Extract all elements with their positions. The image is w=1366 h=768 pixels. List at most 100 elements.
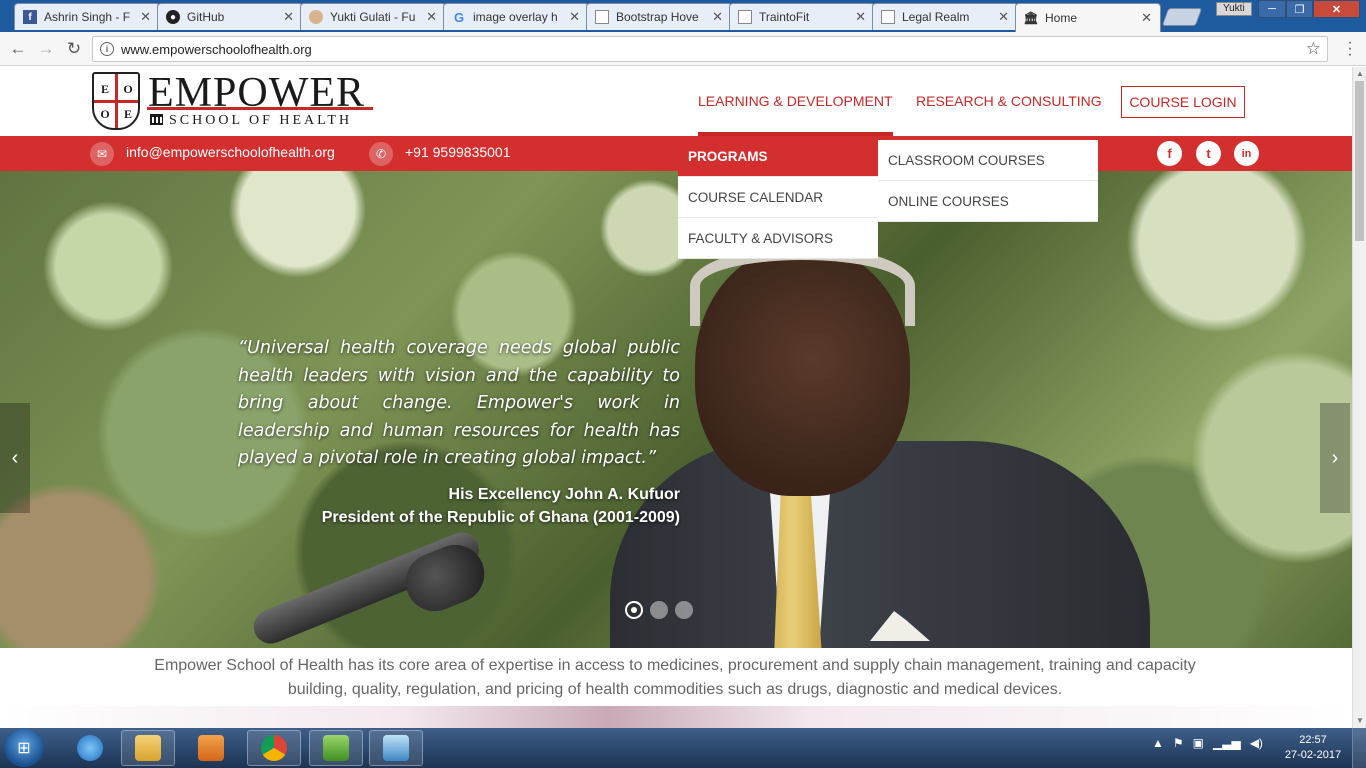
volume-icon[interactable]: ◀) <box>1250 736 1263 750</box>
page-icon <box>595 10 609 24</box>
twitter-icon[interactable]: t <box>1196 141 1221 166</box>
windows-taskbar: ⊞ ▲ ⚑ ▣ ▁▃▅ ◀) 22:57 27-02-2017 <box>0 728 1366 768</box>
taskbar-photo-viewer[interactable] <box>369 730 423 766</box>
next-section-preview <box>0 706 1352 728</box>
browser-menu-icon[interactable]: · · · <box>1340 35 1360 63</box>
star-icon[interactable]: ☆ <box>1306 39 1321 59</box>
browser-tab-traintofit[interactable]: TraintoFit ✕ <box>729 3 875 30</box>
close-window-button[interactable]: ✕ <box>1313 0 1360 18</box>
learning-dropdown: PROGRAMS COURSE CALENDAR FACULTY & ADVIS… <box>678 136 878 259</box>
info-icon[interactable]: i <box>100 42 114 56</box>
action-center-icon[interactable]: ⚑ <box>1173 736 1184 750</box>
linkedin-icon[interactable]: in <box>1234 141 1259 166</box>
minimize-button[interactable]: ─ <box>1258 0 1286 18</box>
browser-tab-yukti[interactable]: Yukti Gulati - Fu ✕ <box>300 3 446 30</box>
facebook-icon[interactable]: f <box>1157 141 1182 166</box>
taskbar-media-player[interactable] <box>184 730 238 766</box>
taskbar-chrome[interactable] <box>247 730 301 766</box>
close-icon[interactable]: ✕ <box>140 9 151 25</box>
close-icon[interactable]: ✕ <box>426 9 437 25</box>
tab-label: Home <box>1045 11 1078 25</box>
shield-letter: O <box>123 81 133 96</box>
scroll-down-icon[interactable]: ▼ <box>1353 714 1366 728</box>
scrollbar-thumb[interactable] <box>1355 81 1364 241</box>
new-tab-button[interactable] <box>1161 8 1203 26</box>
carousel-next-button[interactable]: › <box>1320 403 1350 513</box>
shield-letter: E <box>100 81 109 96</box>
hero-quote-author: His Excellency John A. Kufuor President … <box>238 483 680 529</box>
submenu-item-online-courses[interactable]: ONLINE COURSES <box>878 181 1098 222</box>
browser-tab-github[interactable]: ● GitHub ✕ <box>157 3 303 30</box>
tab-label: Yukti Gulati - Fu <box>330 10 416 24</box>
logo-subtitle: SCHOOL OF HEALTH <box>150 113 352 129</box>
dropdown-item-course-calendar[interactable]: COURSE CALENDAR <box>678 177 878 218</box>
taskbar-notepad[interactable] <box>309 730 363 766</box>
intro-text: Empower School of Health has its core ar… <box>154 657 1196 698</box>
browser-tab-image-overlay[interactable]: G image overlay h ✕ <box>443 3 589 30</box>
device-icon[interactable]: ▣ <box>1193 736 1204 750</box>
close-icon[interactable]: ✕ <box>1141 10 1152 26</box>
submenu-item-classroom-courses[interactable]: CLASSROOM COURSES <box>878 140 1098 181</box>
contact-phone[interactable]: +91 9599835001 <box>405 144 511 160</box>
network-icon[interactable]: ▁▃▅ <box>1213 736 1241 750</box>
close-icon[interactable]: ✕ <box>998 9 1009 25</box>
show-desktop-button[interactable] <box>1352 728 1366 768</box>
programs-submenu: CLASSROOM COURSES ONLINE COURSES <box>878 140 1098 222</box>
photo-viewer-icon <box>383 735 409 761</box>
dropdown-item-faculty-advisors[interactable]: FACULTY & ADVISORS <box>678 218 878 259</box>
course-login-button[interactable]: COURSE LOGIN <box>1121 86 1245 118</box>
facebook-icon: f <box>23 10 37 24</box>
page-icon <box>738 10 752 24</box>
scroll-up-icon[interactable]: ▲ <box>1353 67 1366 81</box>
building-icon <box>150 114 163 125</box>
site-header: E O O E EMPOWER SCHOOL OF HEALTH LEARNIN… <box>0 67 1352 136</box>
shield-letter: O <box>100 106 110 121</box>
author-name: His Excellency John A. Kufuor <box>448 486 680 503</box>
start-button[interactable]: ⊞ <box>4 729 44 767</box>
close-icon[interactable]: ✕ <box>855 9 866 25</box>
windows-logo-icon: ⊞ <box>17 740 31 757</box>
carousel-dot-3[interactable] <box>675 601 693 619</box>
tab-label: GitHub <box>187 10 225 24</box>
maximize-button[interactable]: ❐ <box>1286 0 1313 18</box>
tab-label: TraintoFit <box>759 10 810 24</box>
hero-quote: “Universal health coverage needs global … <box>238 338 680 468</box>
nav-learning-development[interactable]: LEARNING & DEVELOPMENT <box>698 93 893 136</box>
carousel-dot-1[interactable] <box>625 601 643 619</box>
chevron-left-icon: ‹ <box>11 446 19 469</box>
carousel-indicators <box>625 601 693 619</box>
browser-tab-home[interactable]: 🏛 Home ✕ <box>1015 3 1161 32</box>
close-icon[interactable]: ✕ <box>283 9 294 25</box>
page-scrollbar[interactable]: ▲ ▼ <box>1352 67 1366 728</box>
taskbar-explorer[interactable] <box>121 730 175 766</box>
nav-research-consulting[interactable]: RESEARCH & CONSULTING <box>916 93 1102 109</box>
tray-expand-icon[interactable]: ▲ <box>1152 736 1164 750</box>
close-icon[interactable]: ✕ <box>569 9 580 25</box>
contact-email[interactable]: info@empowerschoolofhealth.org <box>126 144 335 160</box>
shield-letter: E <box>123 106 132 121</box>
clock-date: 27-02-2017 <box>1284 749 1342 761</box>
carousel-dot-2[interactable] <box>650 601 668 619</box>
carousel-prev-button[interactable]: ‹ <box>0 403 30 513</box>
email-icon: ✉ <box>90 142 114 166</box>
reload-button[interactable]: ↻ <box>63 38 85 60</box>
logo-shield-icon[interactable]: E O O E <box>92 72 140 130</box>
profile-button[interactable]: Yukti <box>1216 2 1252 16</box>
contact-bar: ✉ info@empowerschoolofhealth.org ✆ +91 9… <box>0 136 1352 171</box>
dropdown-item-programs[interactable]: PROGRAMS <box>678 136 878 177</box>
forward-button[interactable]: → <box>35 38 57 60</box>
close-icon[interactable]: ✕ <box>712 9 723 25</box>
browser-toolbar: ← → ↻ i www.empowerschoolofhealth.org ☆ … <box>0 32 1366 66</box>
taskbar-clock[interactable]: 22:57 27-02-2017 <box>1282 733 1344 763</box>
tab-label: Legal Realm <box>902 10 970 24</box>
taskbar-ie[interactable] <box>63 730 117 766</box>
browser-tab-ashrin[interactable]: f Ashrin Singh - F ✕ <box>14 3 160 30</box>
github-icon: ● <box>166 10 180 24</box>
browser-tab-legal-realm[interactable]: Legal Realm ✕ <box>872 3 1018 30</box>
browser-tab-bootstrap[interactable]: Bootstrap Hove ✕ <box>586 3 732 30</box>
avatar-icon <box>309 10 323 24</box>
address-bar[interactable]: i www.empowerschoolofhealth.org ☆ <box>92 36 1328 62</box>
tab-label: Bootstrap Hove <box>616 10 699 24</box>
back-button[interactable]: ← <box>7 38 29 60</box>
building-icon: 🏛 <box>1023 11 1039 25</box>
